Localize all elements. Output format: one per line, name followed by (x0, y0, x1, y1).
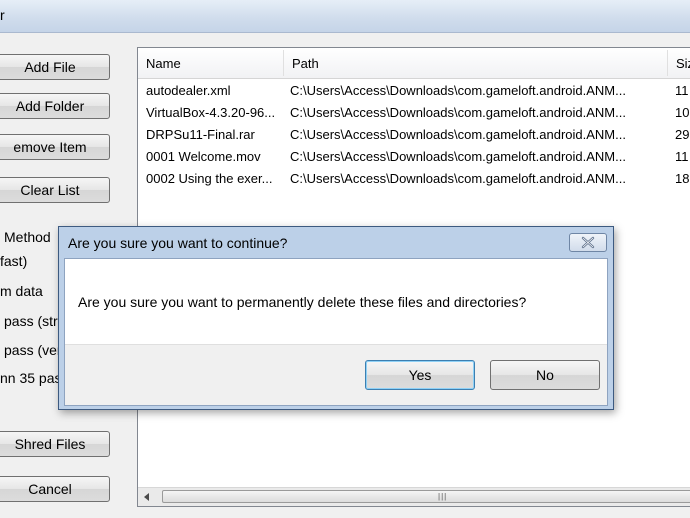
scrollbar-thumb[interactable]: ||| (162, 490, 690, 503)
no-button[interactable]: No (490, 360, 600, 390)
file-size: 10 (675, 105, 690, 120)
confirm-dialog: Are you sure you want to continue? Are y… (58, 226, 614, 410)
file-name: 0001 Welcome.mov (146, 149, 261, 164)
file-path: C:\Users\Access\Downloads\com.gameloft.a… (290, 171, 626, 186)
scroll-left-arrow-icon[interactable] (144, 493, 149, 501)
file-name: autodealer.xml (146, 83, 231, 98)
method-group-label: Method (4, 229, 51, 245)
dialog-title: Are you sure you want to continue? (68, 235, 288, 251)
dialog-close-button[interactable] (569, 233, 607, 252)
clear-list-button[interactable]: Clear List (0, 177, 110, 203)
file-size: 29 (675, 127, 690, 142)
yes-button[interactable]: Yes (365, 360, 475, 390)
file-path: C:\Users\Access\Downloads\com.gameloft.a… (290, 127, 626, 142)
file-name: DRPSu11-Final.rar (146, 127, 255, 142)
column-header-name[interactable]: Name (138, 48, 284, 78)
file-list-header: Name Path Siz (138, 48, 690, 79)
grip-icon: ||| (438, 492, 448, 501)
file-size: 11 (675, 149, 689, 164)
close-icon (581, 236, 595, 249)
table-row[interactable]: DRPSu11-Final.rar C:\Users\Access\Downlo… (138, 124, 690, 146)
file-path: C:\Users\Access\Downloads\com.gameloft.a… (290, 149, 626, 164)
table-row[interactable]: autodealer.xml C:\Users\Access\Downloads… (138, 80, 690, 102)
cancel-button[interactable]: Cancel (0, 476, 110, 502)
file-name: 0002 Using the exer... (146, 171, 273, 186)
table-row[interactable]: 0001 Welcome.mov C:\Users\Access\Downloa… (138, 146, 690, 168)
window-titlebar: r (0, 0, 690, 33)
dialog-footer: Yes No (65, 344, 607, 405)
method-option-fast[interactable]: fast) (0, 253, 27, 269)
column-header-size[interactable]: Siz (668, 48, 690, 78)
add-file-button[interactable]: Add File (0, 54, 110, 80)
file-size: 18 (675, 171, 690, 186)
method-option-pass-very[interactable]: pass (ver (4, 342, 62, 358)
file-path: C:\Users\Access\Downloads\com.gameloft.a… (290, 83, 626, 98)
method-option-pass-strong[interactable]: pass (stro (4, 313, 65, 329)
file-name: VirtualBox-4.3.20-96... (146, 105, 276, 120)
column-header-path[interactable]: Path (284, 48, 668, 78)
dialog-message: Are you sure you want to permanently del… (78, 294, 527, 310)
shred-files-button[interactable]: Shred Files (0, 431, 110, 457)
file-path: C:\Users\Access\Downloads\com.gameloft.a… (290, 105, 626, 120)
remove-item-button[interactable]: emove Item (0, 134, 110, 160)
horizontal-scrollbar[interactable]: ||| (138, 487, 690, 506)
window-title: r (0, 7, 5, 23)
method-option-random-data[interactable]: m data (0, 283, 43, 299)
table-row[interactable]: VirtualBox-4.3.20-96... C:\Users\Access\… (138, 102, 690, 124)
add-folder-button[interactable]: Add Folder (0, 93, 110, 119)
method-option-gutmann-35[interactable]: nn 35 pas (0, 370, 62, 386)
dialog-body: Are you sure you want to permanently del… (64, 258, 608, 406)
file-size: 11 (675, 83, 689, 98)
table-row[interactable]: 0002 Using the exer... C:\Users\Access\D… (138, 168, 690, 190)
